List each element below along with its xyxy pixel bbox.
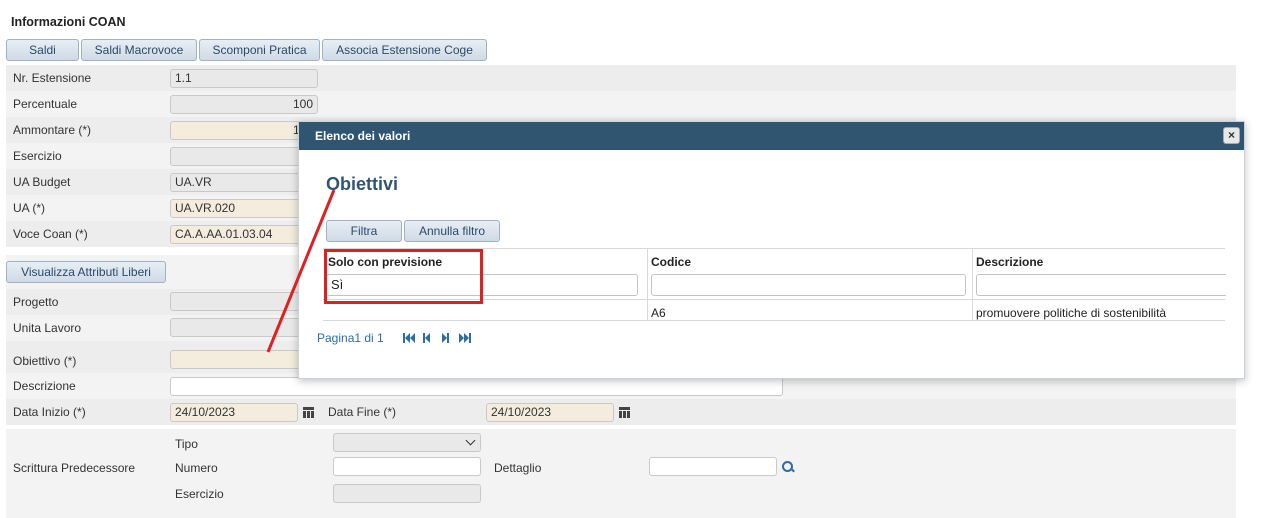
annotation-arrow-line	[266, 189, 336, 353]
coan-page: Informazioni COAN Saldi Saldi Macrovoce …	[0, 0, 1274, 518]
annotation-arrow	[266, 189, 336, 353]
